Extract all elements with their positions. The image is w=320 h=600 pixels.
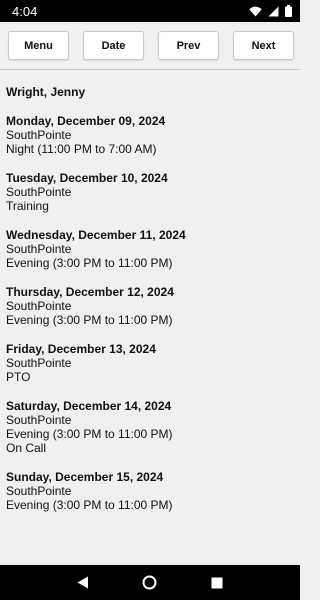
schedule-content: Wright, Jenny Monday, December 09, 2024 …	[0, 71, 300, 565]
schedule-day: Monday, December 09, 2024 SouthPointe Ni…	[6, 114, 294, 156]
schedule-day: Tuesday, December 10, 2024 SouthPointe T…	[6, 171, 294, 213]
toolbar: Menu Date Prev Next	[0, 22, 300, 70]
status-bar: 4:04	[0, 0, 300, 22]
day-shift: Evening (3:00 PM to 11:00 PM)	[6, 256, 173, 270]
day-date: Tuesday, December 10, 2024	[6, 171, 168, 185]
day-shift: Night (11:00 PM to 7:00 AM)	[6, 142, 157, 156]
day-location: SouthPointe	[6, 128, 72, 142]
back-icon[interactable]	[77, 576, 89, 589]
signal-icon	[268, 6, 279, 17]
schedule-day: Friday, December 13, 2024 SouthPointe PT…	[6, 342, 294, 384]
schedule-day: Sunday, December 15, 2024 SouthPointe Ev…	[6, 470, 294, 512]
day-location: SouthPointe	[6, 413, 72, 427]
day-shift: Evening (3:00 PM to 11:00 PM)	[6, 427, 173, 441]
day-location: SouthPointe	[6, 299, 72, 313]
next-button[interactable]: Next	[233, 31, 294, 60]
day-location: SouthPointe	[6, 484, 72, 498]
schedule-day: Thursday, December 12, 2024 SouthPointe …	[6, 285, 294, 327]
system-nav-bar	[0, 565, 300, 600]
menu-button[interactable]: Menu	[8, 31, 69, 60]
day-date: Monday, December 09, 2024	[6, 114, 166, 128]
employee-name: Wright, Jenny	[6, 85, 86, 99]
schedule-day: Saturday, December 14, 2024 SouthPointe …	[6, 399, 294, 455]
date-button[interactable]: Date	[83, 31, 144, 60]
recents-icon[interactable]	[211, 577, 223, 589]
battery-icon	[285, 5, 292, 17]
day-date: Friday, December 13, 2024	[6, 342, 156, 356]
day-date: Wednesday, December 11, 2024	[6, 228, 186, 242]
day-date: Saturday, December 14, 2024	[6, 399, 172, 413]
day-date: Sunday, December 15, 2024	[6, 470, 164, 484]
status-icons	[249, 5, 292, 17]
prev-button[interactable]: Prev	[158, 31, 219, 60]
status-time: 4:04	[12, 3, 38, 19]
day-location: SouthPointe	[6, 185, 72, 199]
day-shift: Evening (3:00 PM to 11:00 PM)	[6, 498, 173, 512]
day-shift: Training	[6, 199, 49, 213]
wifi-icon	[249, 6, 262, 17]
home-icon[interactable]	[142, 575, 157, 590]
day-shift: PTO	[6, 370, 31, 384]
schedule-day: Wednesday, December 11, 2024 SouthPointe…	[6, 228, 294, 270]
day-location: SouthPointe	[6, 242, 72, 256]
day-location: SouthPointe	[6, 356, 72, 370]
day-date: Thursday, December 12, 2024	[6, 285, 174, 299]
day-shift: Evening (3:00 PM to 11:00 PM)	[6, 313, 173, 327]
day-on-call: On Call	[6, 441, 47, 455]
